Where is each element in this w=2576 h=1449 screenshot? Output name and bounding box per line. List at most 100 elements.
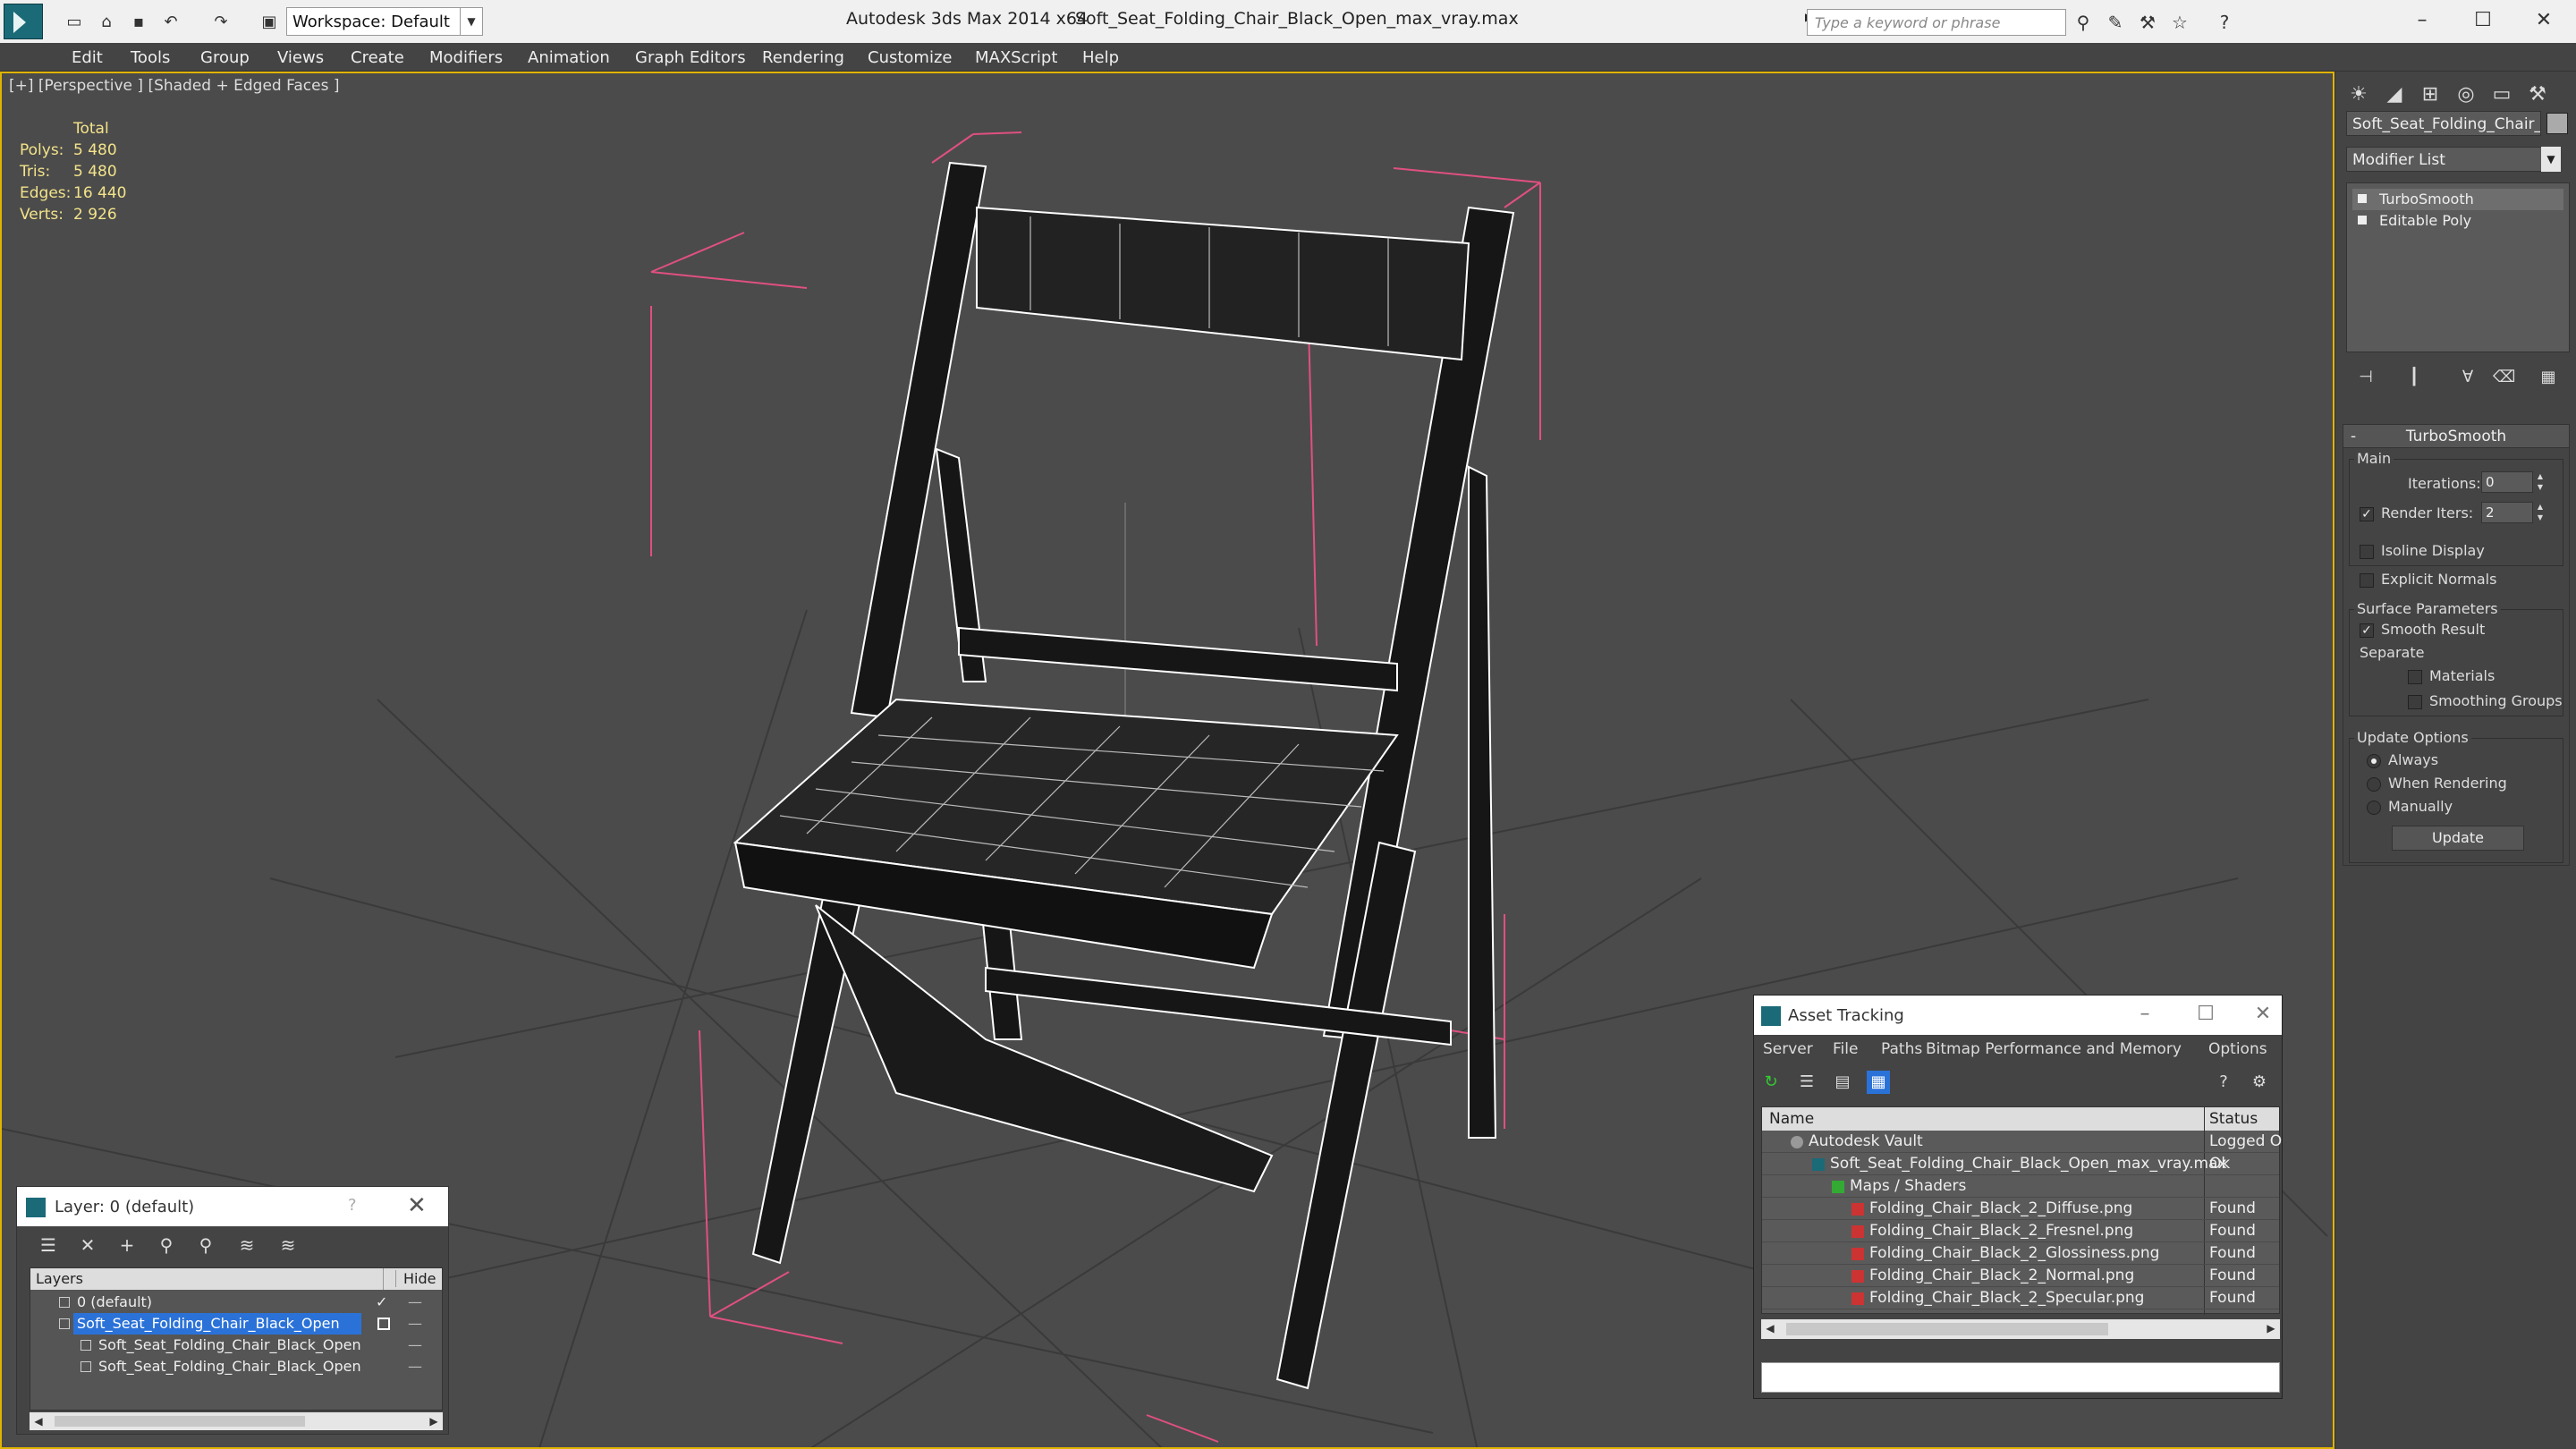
separate-smoothing-groups-checkbox[interactable]: [2408, 695, 2422, 709]
iterations-spinner[interactable]: 0: [2481, 471, 2533, 493]
scroll-left-icon[interactable]: ◀: [1761, 1319, 1779, 1337]
asset-maximize-icon[interactable]: ☐: [2192, 1001, 2219, 1028]
modify-tab-icon[interactable]: ◢: [2378, 79, 2411, 111]
layers-column-header[interactable]: Layers: [36, 1270, 83, 1287]
add-to-layer-icon[interactable]: +: [115, 1233, 139, 1257]
expand-icon[interactable]: [2358, 216, 2367, 225]
asset-path-field[interactable]: [1761, 1362, 2280, 1393]
table-view-icon[interactable]: ▦: [1867, 1071, 1890, 1094]
asset-row-texture[interactable]: Folding_Chair_Black_2_Specular.png Found: [1762, 1287, 2279, 1309]
list-view-icon[interactable]: ☰: [1795, 1071, 1818, 1094]
update-when-rendering-radio[interactable]: [2367, 777, 2381, 792]
menu-group[interactable]: Group: [200, 48, 250, 67]
layer-horizontal-scrollbar[interactable]: ◀ ▶: [30, 1412, 443, 1430]
menu-modifiers[interactable]: Modifiers: [429, 48, 503, 67]
app-logo-icon[interactable]: [4, 4, 43, 39]
set-current-layer-icon[interactable]: [377, 1318, 390, 1330]
binoculars-icon[interactable]: ⚲: [2072, 11, 2095, 34]
open-file-icon[interactable]: ⌂: [97, 13, 116, 32]
asset-row-vault[interactable]: Autodesk Vault Logged O: [1762, 1131, 2282, 1153]
separate-materials-checkbox[interactable]: [2408, 670, 2422, 684]
hide-toggle-icon[interactable]: —: [408, 1313, 422, 1335]
layer-row-object[interactable]: Soft_Seat_Folding_Chair_Black_Open —: [32, 1335, 440, 1356]
hide-toggle-icon[interactable]: —: [408, 1292, 422, 1313]
asset-menu-server[interactable]: Server: [1763, 1040, 1813, 1058]
menu-views[interactable]: Views: [277, 48, 324, 67]
isoline-display-checkbox[interactable]: [2360, 545, 2374, 559]
menu-tools[interactable]: Tools: [131, 48, 170, 67]
subscription-icon[interactable]: ⚒: [2136, 11, 2159, 34]
asset-menu-paths[interactable]: Paths: [1881, 1040, 1922, 1058]
status-column-header[interactable]: Status: [2209, 1110, 2258, 1128]
asset-settings-icon[interactable]: ⚙: [2248, 1071, 2271, 1094]
render-iters-spinner-arrows-icon[interactable]: ▲ ▼: [2535, 502, 2546, 523]
stack-item-editable-poly[interactable]: Editable Poly: [2352, 210, 2563, 232]
update-button[interactable]: Update: [2392, 826, 2524, 851]
scroll-thumb[interactable]: [1786, 1323, 2108, 1335]
delete-layer-icon[interactable]: ✕: [76, 1233, 99, 1257]
refresh-icon[interactable]: ↻: [1759, 1071, 1783, 1094]
minimize-icon[interactable]: –: [2404, 5, 2440, 36]
communication-center-icon[interactable]: ✎: [2104, 11, 2127, 34]
undo-icon[interactable]: ↶: [161, 13, 181, 32]
modifier-list-arrow-icon[interactable]: ▼: [2541, 147, 2561, 172]
asset-horizontal-scrollbar[interactable]: ◀ ▶: [1761, 1319, 2280, 1339]
remove-modifier-icon[interactable]: ⌫: [2493, 367, 2515, 388]
highlight-selected-icon[interactable]: ⚲: [194, 1233, 217, 1257]
menu-animation[interactable]: Animation: [528, 48, 610, 67]
update-manually-radio[interactable]: [2367, 801, 2381, 815]
motion-tab-icon[interactable]: ◎: [2450, 79, 2482, 111]
scroll-right-icon[interactable]: ▶: [425, 1412, 443, 1430]
project-folder-icon[interactable]: ▣: [259, 13, 279, 32]
lightbulb-icon[interactable]: [2358, 194, 2367, 203]
hide-toggle-icon[interactable]: —: [408, 1356, 422, 1377]
menu-edit[interactable]: Edit: [72, 48, 103, 67]
asset-row-texture[interactable]: Folding_Chair_Black_2_Normal.png Found: [1762, 1265, 2279, 1287]
asset-row-max-file[interactable]: Soft_Seat_Folding_Chair_Black_Open_max_v…: [1762, 1153, 2279, 1175]
workspace-select[interactable]: Workspace: Default: [286, 7, 481, 36]
hide-column-header[interactable]: Hide: [395, 1270, 442, 1287]
layer-row-default[interactable]: 0 (default) ✓ —: [32, 1292, 440, 1313]
stack-item-turbosmooth[interactable]: TurboSmooth: [2352, 189, 2563, 210]
asset-window-titlebar[interactable]: Asset Tracking – ☐ ✕: [1754, 996, 2282, 1035]
asset-row-texture[interactable]: Folding_Chair_Black_2_Glossiness.png Fou…: [1762, 1242, 2279, 1265]
menu-rendering[interactable]: Rendering: [762, 48, 844, 67]
asset-row-texture[interactable]: Folding_Chair_Black_2_Diffuse.png Found: [1762, 1198, 2279, 1220]
menu-graph-editors[interactable]: Graph Editors: [635, 48, 746, 67]
viewport-label[interactable]: [+] [Perspective ] [Shaded + Edged Faces…: [9, 77, 339, 95]
pin-stack-icon[interactable]: ⊣: [2355, 367, 2377, 388]
hierarchy-tab-icon[interactable]: ⊞: [2414, 79, 2446, 111]
name-column-header[interactable]: Name: [1769, 1110, 1814, 1128]
rollout-header[interactable]: TurboSmooth: [2343, 425, 2569, 448]
modifier-list-dropdown[interactable]: Modifier List: [2346, 147, 2561, 172]
asset-close-icon[interactable]: ✕: [2250, 1001, 2276, 1028]
hide-all-layers-icon[interactable]: ≋: [235, 1233, 258, 1257]
layer-row-object[interactable]: Soft_Seat_Folding_Chair_Black_Open —: [32, 1356, 440, 1377]
render-iters-checkbox[interactable]: ✓: [2360, 507, 2374, 521]
scroll-left-icon[interactable]: ◀: [30, 1412, 47, 1430]
layer-close-icon[interactable]: ✕: [407, 1192, 427, 1219]
menu-help[interactable]: Help: [1082, 48, 1119, 67]
save-icon[interactable]: ▪: [129, 13, 148, 32]
freeze-all-layers-icon[interactable]: ≋: [276, 1233, 300, 1257]
select-objects-in-layer-icon[interactable]: ⚲: [155, 1233, 178, 1257]
favorites-star-icon[interactable]: ☆: [2168, 11, 2191, 34]
redo-icon[interactable]: ↷: [211, 13, 231, 32]
scroll-right-icon[interactable]: ▶: [2262, 1319, 2280, 1337]
layer-row-chair[interactable]: Soft_Seat_Folding_Chair_Black_Open —: [32, 1313, 440, 1335]
menu-create[interactable]: Create: [351, 48, 404, 67]
asset-row-maps-shaders[interactable]: Maps / Shaders: [1762, 1175, 2279, 1198]
utilities-tab-icon[interactable]: ⚒: [2521, 79, 2554, 111]
maximize-icon[interactable]: ☐: [2465, 5, 2501, 36]
close-icon[interactable]: ✕: [2526, 5, 2562, 36]
asset-row-texture[interactable]: Folding_Chair_Black_2_Fresnel.png Found: [1762, 1220, 2279, 1242]
make-unique-icon[interactable]: ∀: [2457, 367, 2479, 388]
asset-minimize-icon[interactable]: –: [2131, 1001, 2158, 1028]
menu-maxscript[interactable]: MAXScript: [975, 48, 1057, 67]
search-input[interactable]: Type a keyword or phrase: [1807, 9, 2066, 36]
layer-window-titlebar[interactable]: Layer: 0 (default) ? ✕: [17, 1187, 448, 1226]
configure-modifier-sets-icon[interactable]: ▦: [2538, 367, 2559, 388]
asset-menu-bitmap-performance[interactable]: Bitmap Performance and Memory: [1926, 1040, 2182, 1058]
explicit-normals-checkbox[interactable]: [2360, 573, 2374, 588]
iterations-spinner-arrows-icon[interactable]: ▲ ▼: [2535, 471, 2546, 493]
